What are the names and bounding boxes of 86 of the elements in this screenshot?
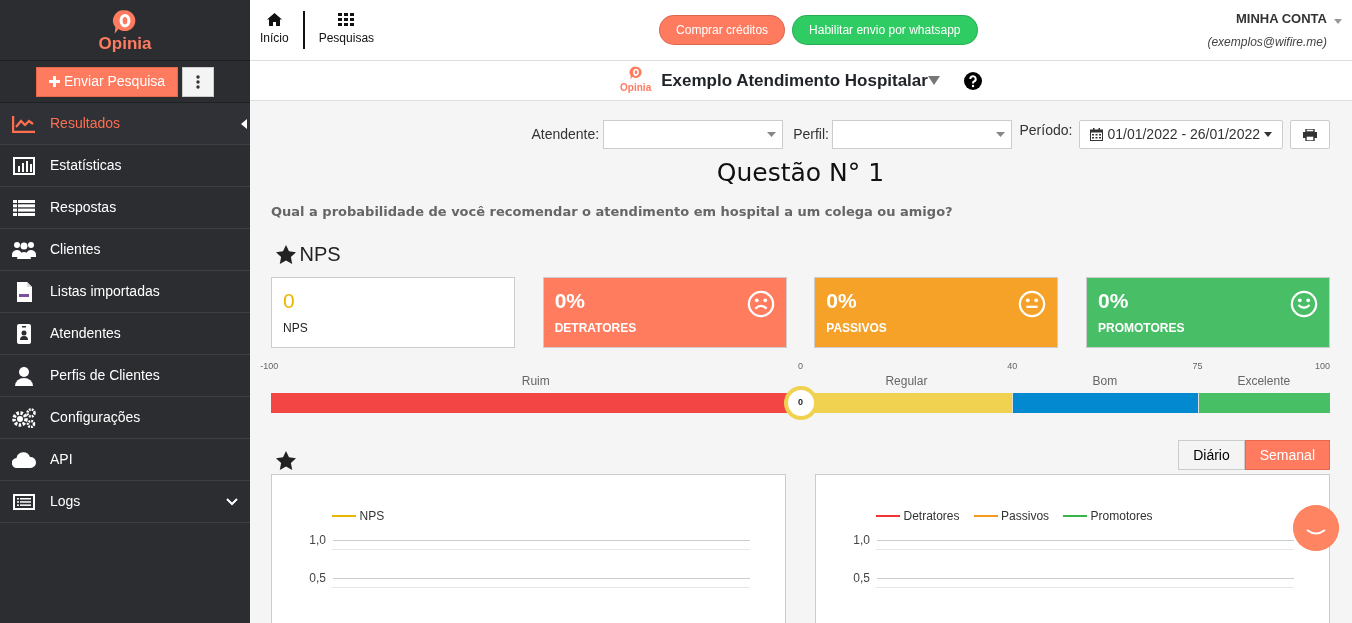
kebab-icon [196, 74, 201, 89]
grid-icon [338, 12, 355, 26]
scale-label: Bom [1091, 373, 1119, 390]
axis-label: 0,5 [852, 570, 870, 587]
stat-value: 0% [1097, 290, 1130, 311]
legend-label: NPS [359, 508, 385, 525]
stat-value: 0% [554, 290, 586, 311]
caret-icon [1264, 132, 1272, 137]
caret-icon [766, 132, 776, 137]
filter-label: Atendente: [531, 124, 600, 144]
plus-icon [48, 76, 60, 87]
scale-label: Regular [884, 373, 929, 390]
sidebar-item[interactable]: Clientes [0, 229, 250, 271]
score-marker: 0 [783, 386, 818, 420]
period-tab[interactable]: Diário [1178, 440, 1245, 470]
calendar-icon [1090, 128, 1104, 141]
date-range-button[interactable]: 01/01/2022 - 26/01/2022 [1079, 120, 1283, 149]
legend-label: Promotores [1090, 508, 1153, 525]
nav-link-item[interactable]: Pesquisas [318, 12, 375, 48]
stat-value: 0 [283, 290, 296, 311]
sidebar-item[interactable]: Respostas [0, 187, 250, 229]
sidebar-item[interactable]: Atendentes [0, 313, 250, 355]
legend-label: Passivos [1001, 508, 1050, 525]
print-button[interactable] [1290, 120, 1330, 149]
chart-icon [12, 114, 36, 133]
sidebar-item[interactable]: Estatísticas [0, 145, 250, 187]
user-icon [14, 365, 34, 386]
stat-value: 0% [826, 290, 858, 311]
account-menu[interactable]: MINHA CONTA [1207, 9, 1327, 29]
nav-link-item[interactable]: Início [260, 12, 289, 48]
caret-icon [996, 132, 1006, 137]
logo-icon [112, 8, 138, 35]
stat-label: DETRATORES [554, 320, 637, 337]
logo-icon [628, 66, 643, 80]
scale-tick: 0 [798, 360, 803, 373]
smiley-icon [1289, 290, 1318, 318]
star-icon [276, 451, 296, 470]
brand-name: Opinia [620, 81, 652, 95]
account-email: (exemplos@wifire.me) [1207, 33, 1327, 51]
star-icon [276, 244, 296, 264]
users-icon [12, 240, 36, 259]
sidebar-item[interactable]: Logs [0, 481, 250, 523]
bar-chart-icon [13, 156, 35, 175]
caret-icon [927, 76, 940, 85]
scale-tick: 40 [1007, 360, 1018, 373]
sidebar-item[interactable]: API [0, 439, 250, 481]
question-title: Questão N° 1 [715, 157, 886, 189]
home-icon [266, 12, 282, 26]
caret-icon [1334, 19, 1342, 25]
filter-label: Período: [1019, 121, 1073, 140]
brand-name: Opinia [98, 34, 152, 52]
stat-label: PASSIVOS [826, 320, 887, 337]
select-field[interactable] [832, 120, 1013, 149]
sidebar-item[interactable]: Configurações [0, 397, 250, 439]
scale-label: Excelente [1236, 373, 1292, 390]
help-icon[interactable] [963, 71, 982, 90]
legend-label: Detratores [903, 508, 960, 525]
sad-face-icon [746, 290, 775, 318]
scale-label: Ruim [520, 373, 551, 390]
select-field[interactable] [602, 120, 783, 149]
sidebar-item[interactable]: Perfis de Clientes [0, 355, 250, 397]
printer-icon [1303, 128, 1317, 141]
sidebar-item[interactable]: Listas importadas [0, 271, 250, 313]
question-text: Qual a probabilidade de você recomendar o atendimento em hospital a um colega ou amigo? [271, 202, 954, 221]
axis-label: 1,0 [852, 532, 870, 549]
id-badge-icon [15, 322, 33, 345]
file-icon [15, 280, 33, 303]
scale-tick: 75 [1192, 360, 1203, 373]
stat-label: NPS [283, 320, 308, 337]
more-options-button[interactable] [182, 66, 215, 97]
chevron-down-icon [226, 498, 238, 507]
stat-label: PROMOTORES [1097, 320, 1185, 337]
filter-label: Perfil: [793, 124, 829, 144]
caret-icon [241, 119, 247, 129]
survey-title[interactable]: Exemplo Atendimento Hospitalar [661, 67, 928, 94]
scale-tick: -100 [260, 360, 279, 373]
gears-icon [12, 407, 36, 428]
scale-tick: 100 [1314, 360, 1330, 373]
list-icon [13, 199, 35, 216]
cloud-icon [12, 451, 36, 468]
axis-label: 1,0 [308, 532, 326, 549]
axis-label: 0,5 [308, 570, 326, 587]
sidebar-item[interactable]: Resultados [0, 103, 250, 145]
neutral-face-icon [1018, 290, 1047, 318]
section-title: NPS [299, 242, 341, 267]
log-list-icon [13, 493, 35, 510]
